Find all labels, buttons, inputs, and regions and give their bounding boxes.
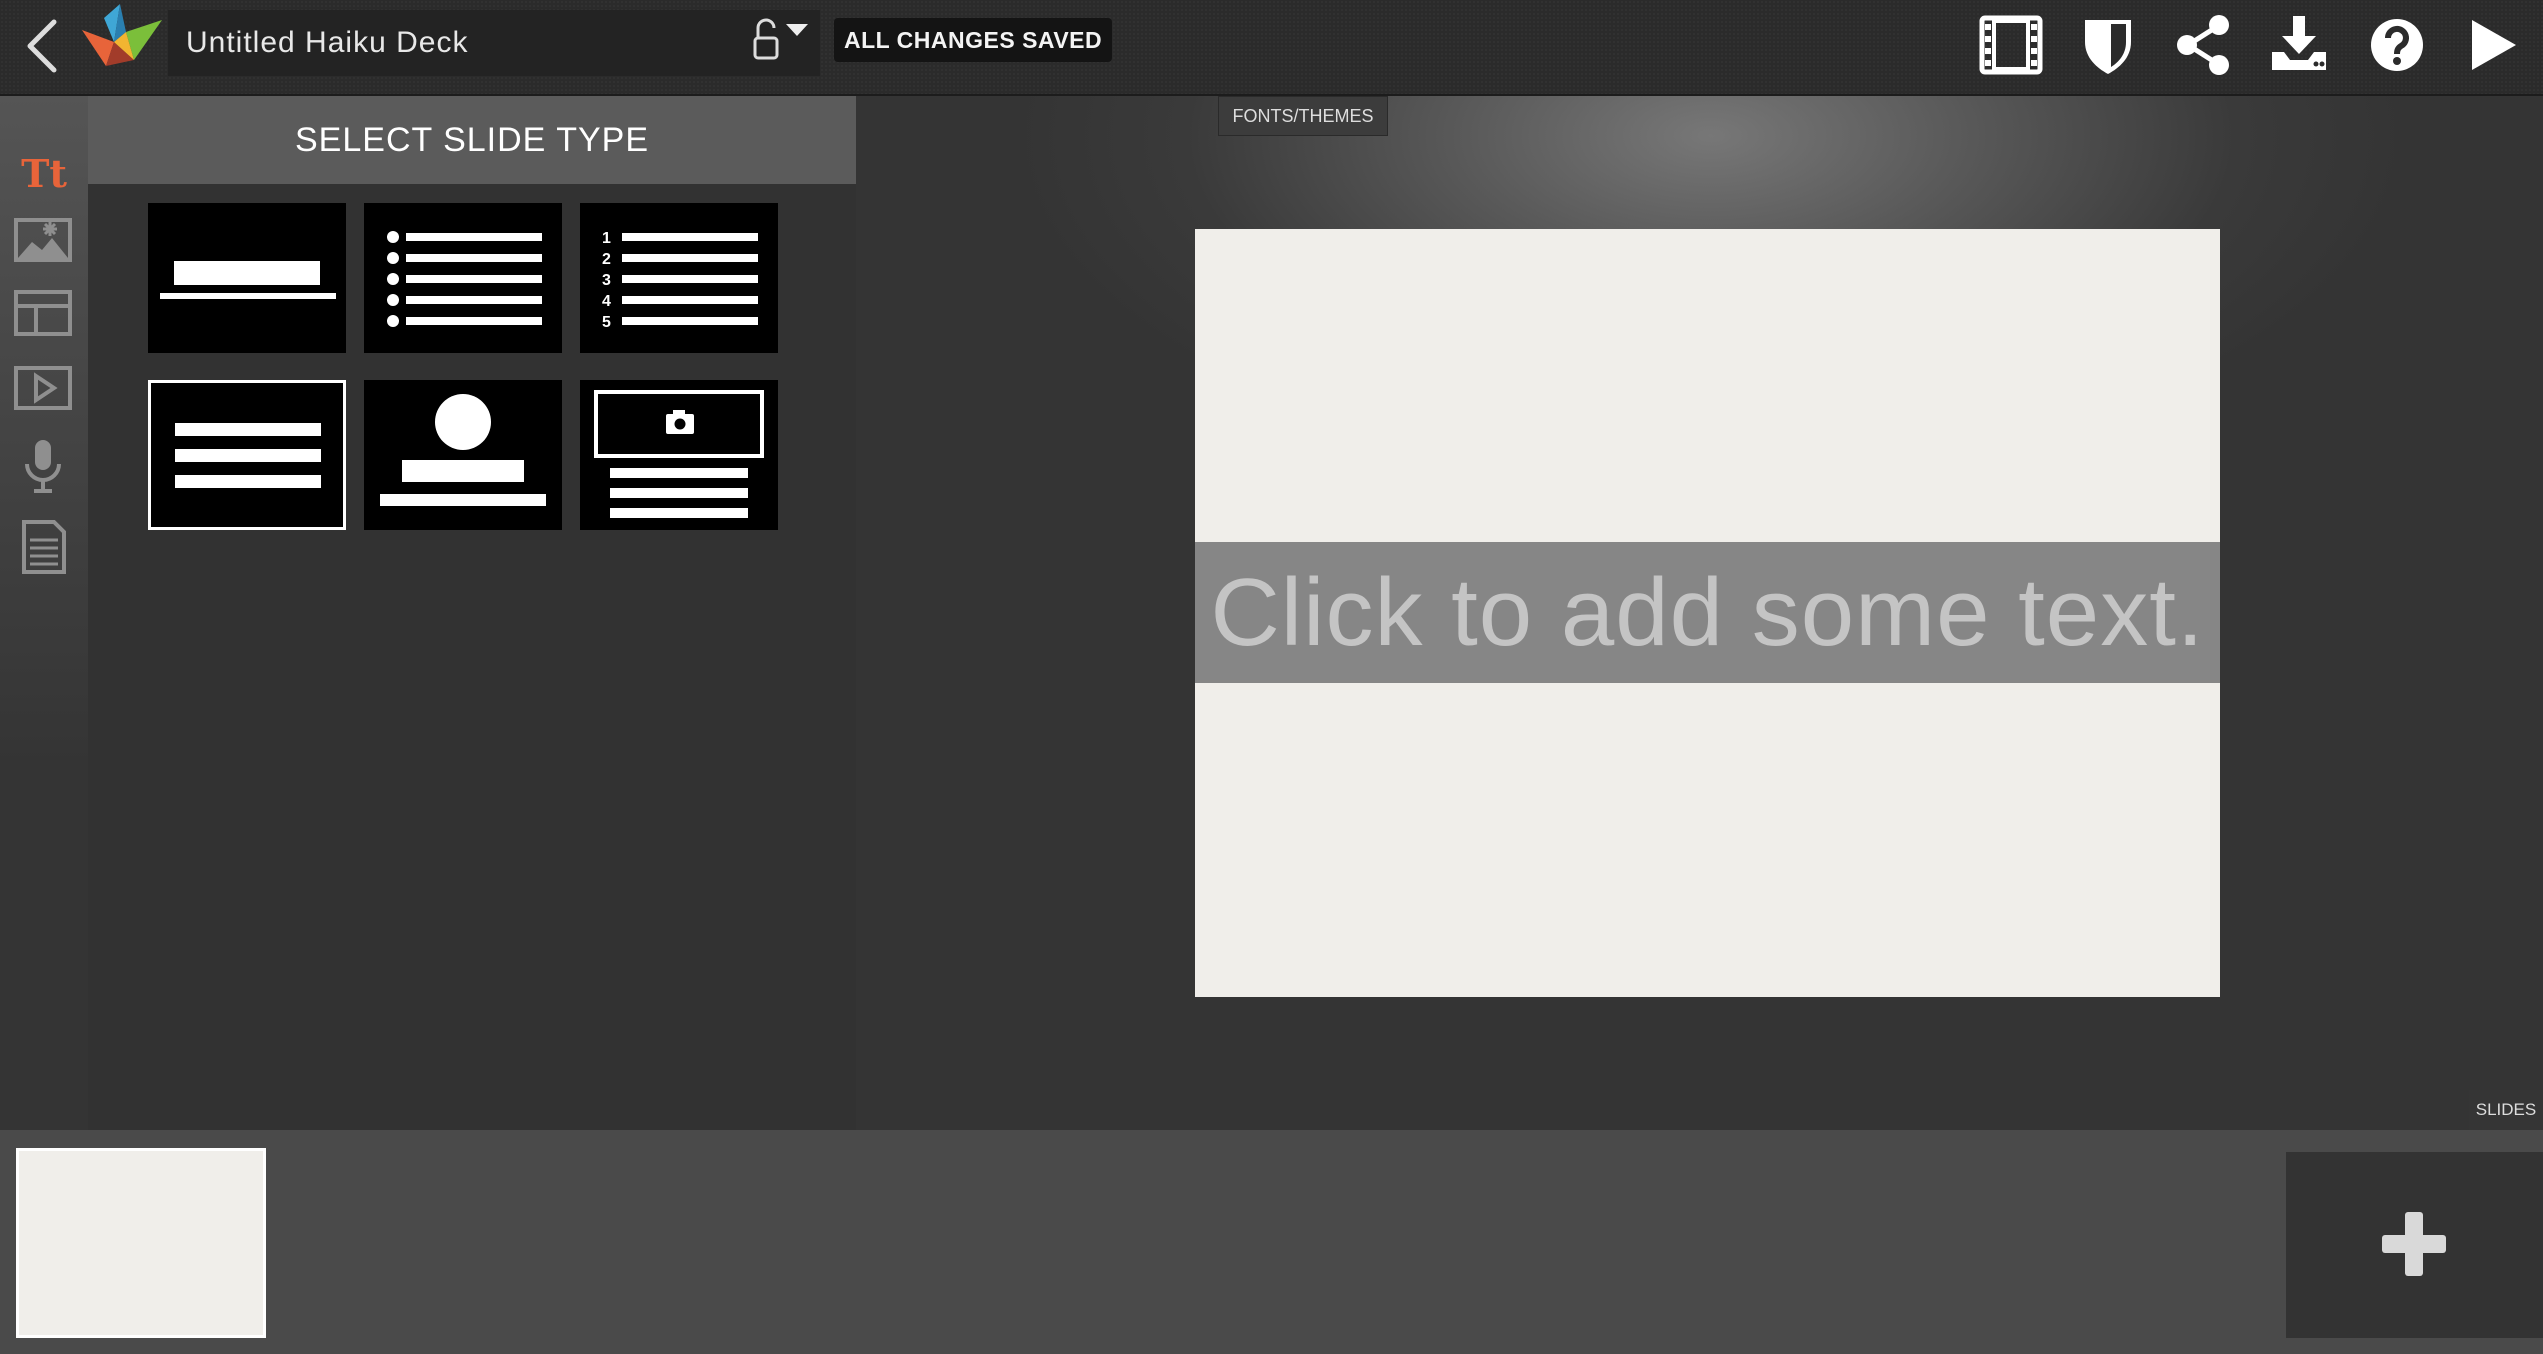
- shield-icon[interactable]: [2075, 12, 2141, 78]
- download-icon[interactable]: [2266, 12, 2332, 78]
- chevron-down-icon: [786, 24, 808, 36]
- list-number: 5: [602, 314, 611, 331]
- slide-type-numbered-list[interactable]: 1 2 3 4 5: [580, 203, 778, 353]
- film-icon[interactable]: [1978, 12, 2044, 78]
- list-number: 1: [602, 230, 611, 247]
- text-band[interactable]: Click to add some text.: [1195, 542, 2220, 683]
- notes-icon[interactable]: [12, 516, 76, 576]
- top-toolbar: Untitled Haiku Deck ALL CHANGES SAVED: [0, 0, 2543, 96]
- panel-header: SELECT SLIDE TYPE: [88, 96, 856, 184]
- help-icon[interactable]: [2364, 12, 2430, 78]
- privacy-lock-dropdown[interactable]: [752, 18, 814, 62]
- camera-icon: [666, 410, 694, 434]
- panel-title: SELECT SLIDE TYPE: [295, 121, 649, 159]
- list-number: 4: [602, 293, 611, 310]
- add-slide-button[interactable]: [2286, 1152, 2543, 1338]
- list-number: 3: [602, 272, 611, 289]
- save-status-badge: ALL CHANGES SAVED: [834, 18, 1113, 62]
- slides-tab[interactable]: SLIDES: [2469, 1090, 2543, 1130]
- plus-icon: [2382, 1212, 2446, 1276]
- tool-rail: Tt: [0, 96, 88, 1130]
- haiku-deck-logo-icon: [74, 2, 164, 78]
- slide-type-profile[interactable]: [364, 380, 562, 530]
- unlock-icon: [753, 18, 779, 60]
- deck-title-field[interactable]: Untitled Haiku Deck: [168, 10, 820, 76]
- fonts-themes-tab[interactable]: FONTS/THEMES: [1218, 96, 1388, 136]
- microphone-icon[interactable]: [12, 436, 76, 496]
- share-icon[interactable]: [2170, 12, 2236, 78]
- slide-type-title[interactable]: [148, 203, 346, 353]
- slide-type-text-block[interactable]: [148, 380, 346, 530]
- back-arrow-icon[interactable]: [18, 14, 68, 78]
- slide-text-placeholder[interactable]: Click to add some text.: [1195, 542, 2220, 683]
- slide-filmstrip: [0, 1130, 2543, 1354]
- slide-type-photo-caption[interactable]: [580, 380, 778, 530]
- list-number: 2: [602, 251, 611, 268]
- slide-type-bullet-list[interactable]: [364, 203, 562, 353]
- image-icon[interactable]: [12, 210, 76, 270]
- slide-thumbnail[interactable]: [16, 1148, 266, 1338]
- layout-icon[interactable]: [12, 282, 76, 342]
- deck-title: Untitled Haiku Deck: [186, 26, 469, 59]
- slide-canvas[interactable]: Click to add some text.: [1195, 229, 2220, 997]
- play-icon[interactable]: [2460, 12, 2526, 78]
- text-icon[interactable]: Tt: [12, 144, 76, 204]
- video-icon[interactable]: [12, 358, 76, 418]
